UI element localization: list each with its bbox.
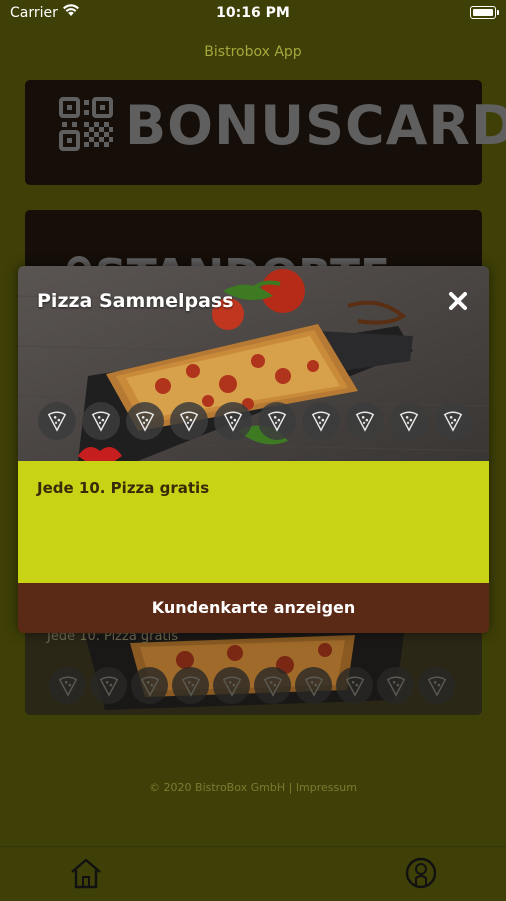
pizza-stamp-icon bbox=[418, 667, 455, 704]
status-bar: Carrier 10:16 PM bbox=[0, 0, 506, 28]
tab-bar bbox=[0, 846, 506, 901]
pizza-stamp-icon bbox=[377, 667, 414, 704]
pizza-stamp-icon bbox=[295, 667, 332, 704]
pizza-stamp-icon bbox=[258, 402, 296, 440]
pizza-pass-stamp-row bbox=[49, 667, 455, 704]
pizza-stamp-icon bbox=[172, 667, 209, 704]
home-icon bbox=[71, 858, 101, 889]
close-icon[interactable] bbox=[447, 290, 469, 312]
pizza-stamp-icon bbox=[49, 667, 86, 704]
modal-title: Pizza Sammelpass bbox=[37, 290, 234, 312]
pizza-stamp-icon bbox=[131, 667, 168, 704]
tab-home[interactable] bbox=[66, 856, 106, 890]
pizza-stamp-icon bbox=[213, 667, 250, 704]
pizza-stamp-icon bbox=[336, 667, 373, 704]
profile-icon bbox=[405, 857, 437, 889]
footer-text[interactable]: © 2020 BistroBox GmbH | Impressum bbox=[0, 781, 506, 794]
pizza-stamp-icon bbox=[214, 402, 252, 440]
pizza-stamp-icon bbox=[302, 402, 340, 440]
battery-icon bbox=[470, 6, 499, 19]
pizza-stamp-icon bbox=[38, 402, 76, 440]
show-customer-card-button[interactable]: Kundenkarte anzeigen bbox=[18, 583, 489, 633]
pizza-stamp-icon bbox=[254, 667, 291, 704]
pizza-stamp-icon bbox=[390, 402, 428, 440]
bonuscard-label: BONUSCARD bbox=[125, 94, 506, 157]
status-time: 10:16 PM bbox=[216, 5, 290, 21]
bonuscard-button[interactable]: BONUSCARD bbox=[25, 80, 506, 185]
modal-body: Jede 10. Pizza gratis bbox=[18, 461, 489, 583]
reward-rule-text: Jede 10. Pizza gratis bbox=[37, 479, 210, 497]
pizza-pass-modal: Pizza Sammelpass Jede 10. Pizza gratis K… bbox=[18, 266, 489, 633]
pizza-stamp-icon bbox=[90, 667, 127, 704]
qr-code-icon bbox=[59, 97, 113, 151]
pizza-stamp-icon bbox=[434, 402, 472, 440]
pizza-stamp-icon bbox=[126, 402, 164, 440]
pizza-stamp-icon bbox=[82, 402, 120, 440]
pizza-stamp-icon bbox=[170, 402, 208, 440]
tab-profile[interactable] bbox=[401, 856, 441, 890]
app-title: Bistrobox App bbox=[204, 44, 302, 60]
stamp-row bbox=[38, 402, 472, 440]
pizza-stamp-icon bbox=[346, 402, 384, 440]
